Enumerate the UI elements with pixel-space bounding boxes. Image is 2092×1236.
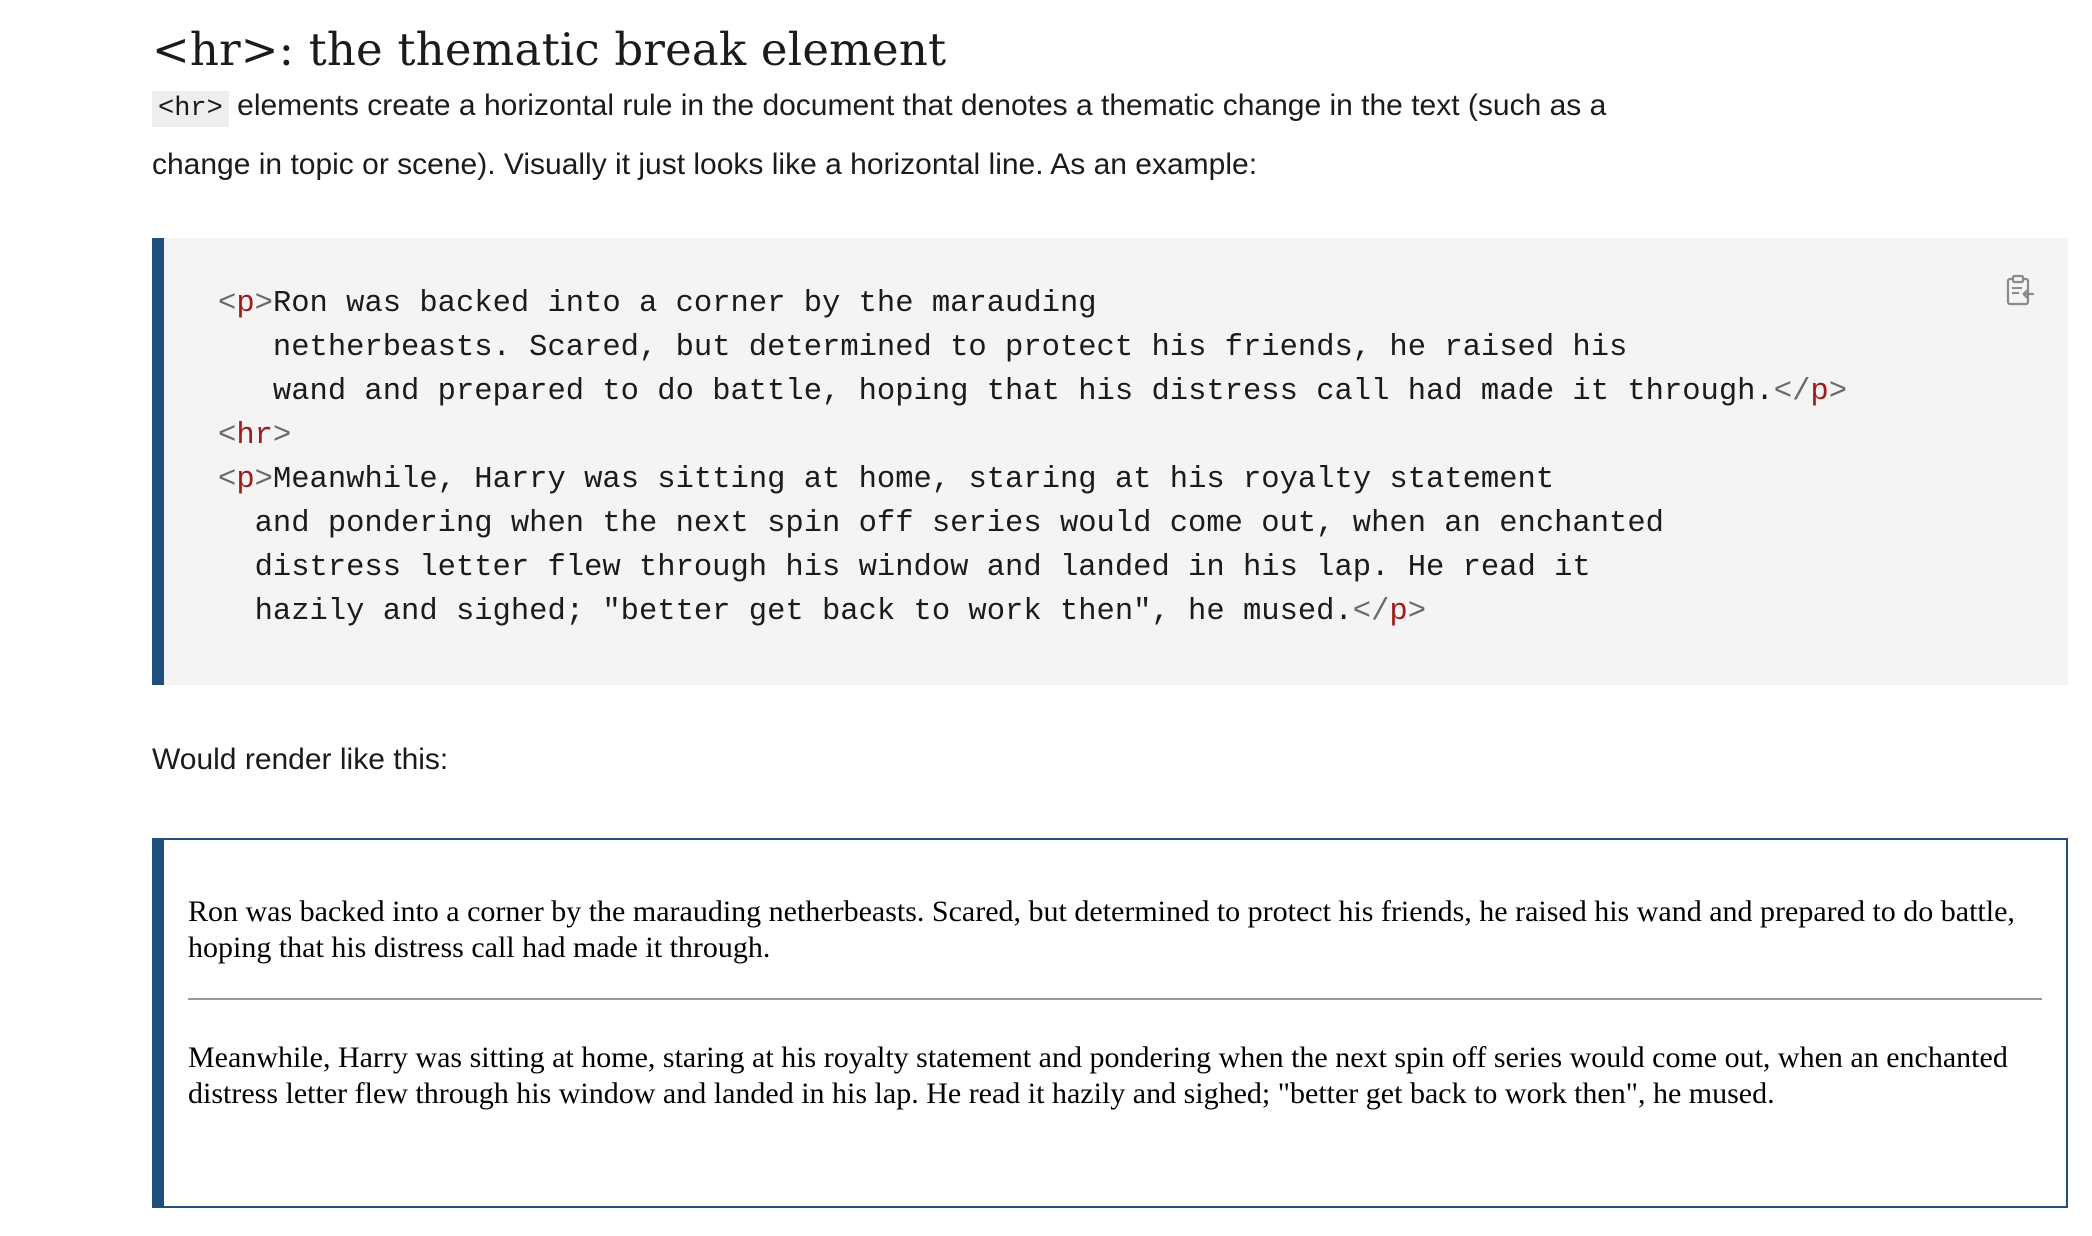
- code-line: netherbeasts. Scared, but determined to …: [218, 331, 1627, 365]
- code-line: and pondering when the next spin off ser…: [218, 507, 1664, 541]
- thematic-break-line: [188, 998, 2042, 1000]
- code-text: hazily and sighed; "better get back to w…: [254, 595, 1353, 629]
- inline-code-hr: <hr>: [152, 91, 229, 127]
- code-punct: >: [1828, 375, 1848, 409]
- code-text: Ron was backed into a corner by the mara…: [272, 287, 1097, 321]
- code-punct: </: [1773, 375, 1811, 409]
- code-punct: >: [1407, 595, 1427, 629]
- rendered-output: Ron was backed into a corner by the mara…: [164, 840, 2066, 1112]
- render-label: Would render like this:: [152, 743, 449, 776]
- code-tag-name: hr: [236, 419, 273, 453]
- section-title: <hr>: the thematic break element: [152, 23, 947, 76]
- code-tag-name: p: [1810, 375, 1829, 409]
- code-example-block: <p>Ron was backed into a corner by the m…: [152, 238, 2068, 685]
- code-punct: <: [218, 419, 237, 453]
- code-text: Meanwhile, Harry was sitting at home, st…: [272, 463, 1555, 497]
- code-text: distress letter flew through his window …: [254, 551, 1591, 585]
- intro-text: elements create a horizontal rule in the…: [152, 89, 1607, 181]
- code-line: distress letter flew through his window …: [218, 551, 1591, 585]
- code-line: <p>Meanwhile, Harry was sitting at home,…: [218, 463, 1554, 497]
- rendered-paragraph-2: Meanwhile, Harry was sitting at home, st…: [188, 1041, 2008, 1110]
- code-tag-name: p: [236, 287, 255, 321]
- code-punct: </: [1352, 595, 1390, 629]
- code-line: <p>Ron was backed into a corner by the m…: [218, 287, 1097, 321]
- code-line: hazily and sighed; "better get back to w…: [218, 595, 1426, 629]
- clipboard-icon[interactable]: [2002, 272, 2038, 308]
- code-tag-name: p: [1389, 595, 1408, 629]
- intro-paragraph: <hr> elements create a horizontal rule i…: [152, 78, 1672, 193]
- code-line: wand and prepared to do battle, hoping t…: [218, 375, 1847, 409]
- code-punct: >: [254, 287, 273, 321]
- code-text: wand and prepared to do battle, hoping t…: [272, 375, 1774, 409]
- rendered-output-frame: Ron was backed into a corner by the mara…: [152, 838, 2068, 1208]
- article-content: <hr>: the thematic break element <hr> el…: [152, 0, 2080, 1208]
- code-punct: >: [272, 419, 292, 453]
- code-text: netherbeasts. Scared, but determined to …: [272, 331, 1628, 365]
- code-text: and pondering when the next spin off ser…: [254, 507, 1664, 541]
- code-listing: <p>Ron was backed into a corner by the m…: [164, 238, 2068, 634]
- code-punct: <: [218, 463, 237, 497]
- code-punct: <: [218, 287, 237, 321]
- code-tag-name: p: [236, 463, 255, 497]
- rendered-paragraph-1: Ron was backed into a corner by the mara…: [188, 895, 2015, 964]
- code-punct: >: [254, 463, 273, 497]
- code-line: <hr>: [218, 419, 291, 453]
